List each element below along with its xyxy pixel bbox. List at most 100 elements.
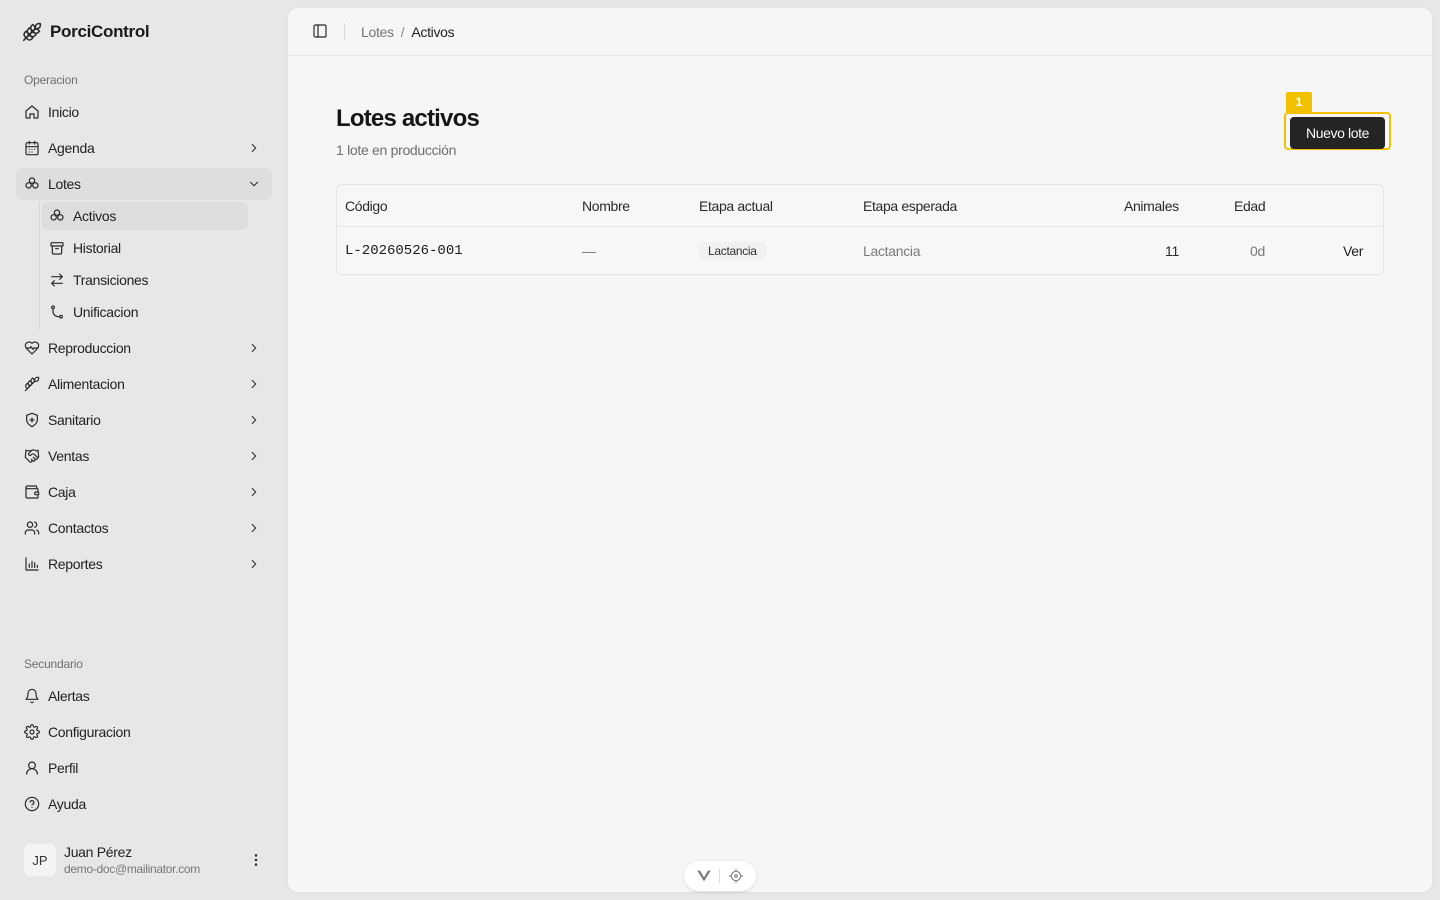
column-header-etapa-esperada[interactable]: Etapa esperada [863, 198, 957, 214]
sidebar-subitem-label: Activos [73, 208, 117, 224]
bar-chart-icon [24, 556, 40, 572]
sidebar-subitem-label: Historial [73, 240, 121, 256]
sidebar: PorciControl Operacion Inicio Agenda Lot… [0, 0, 288, 900]
help-circle-icon [24, 796, 40, 812]
main-panel: Lotes / Activos Lotes activos 1 lote en … [288, 8, 1432, 892]
chevron-right-icon [246, 412, 262, 428]
devtools-floating-bar [684, 861, 756, 891]
sidebar-item-configuracion[interactable]: Configuracion [16, 716, 272, 748]
wheat-icon [24, 376, 40, 392]
sidebar-item-label: Ayuda [48, 796, 86, 812]
section-label-secundario: Secundario [24, 657, 83, 671]
cell-etapa-esperada: Lactancia [863, 243, 921, 259]
sidebar-item-alimentacion[interactable]: Alimentacion [16, 368, 272, 400]
user-email: demo-doc@mailinator.com [64, 861, 201, 876]
handshake-icon [24, 448, 40, 464]
wallet-icon [24, 484, 40, 500]
sidebar-item-label: Contactos [48, 520, 109, 536]
sidebar-item-contactos[interactable]: Contactos [16, 512, 272, 544]
sidebar-subitem-transiciones[interactable]: Transiciones [42, 266, 248, 294]
chevron-right-icon [246, 556, 262, 572]
sidebar-subitem-label: Unificacion [73, 304, 139, 320]
cell-etapa-actual-badge: Lactancia [699, 242, 766, 260]
user-name: Juan Pérez [64, 843, 132, 860]
pigs-icon [49, 208, 65, 224]
avatar: JP [24, 844, 56, 876]
user-info: Juan Pérez demo-doc@mailinator.com [64, 844, 200, 877]
page-title: Lotes activos [336, 105, 480, 132]
lotes-table: Código Nombre Etapa actual Etapa esperad… [336, 184, 1384, 275]
shield-icon [24, 412, 40, 428]
chevron-right-icon [246, 484, 262, 500]
breadcrumb: Lotes / Activos [361, 24, 455, 40]
cell-animales: 11 [1165, 243, 1179, 259]
sidebar-item-label: Agenda [48, 140, 95, 156]
pigs-icon [24, 176, 40, 192]
chevron-right-icon [246, 340, 262, 356]
cell-nombre: — [582, 243, 596, 259]
bell-icon [24, 688, 40, 704]
sidebar-item-ventas[interactable]: Ventas [16, 440, 272, 472]
topbar: Lotes / Activos [288, 8, 1432, 56]
table-header: Código Nombre Etapa actual Etapa esperad… [337, 185, 1383, 227]
chevron-right-icon [246, 376, 262, 392]
breadcrumb-lotes[interactable]: Lotes [361, 24, 394, 40]
sidebar-item-agenda[interactable]: Agenda [16, 132, 272, 164]
sidebar-item-caja[interactable]: Caja [16, 476, 272, 508]
column-header-etapa-actual[interactable]: Etapa actual [699, 198, 773, 214]
chevron-right-icon [246, 448, 262, 464]
sidebar-item-label: Sanitario [48, 412, 101, 428]
column-header-nombre[interactable]: Nombre [582, 198, 630, 214]
sidebar-subitem-unificacion[interactable]: Unificacion [42, 298, 248, 326]
merge-icon [49, 304, 65, 320]
breadcrumb-separator: / [400, 24, 405, 40]
nuevo-lote-button[interactable]: Nuevo lote [1290, 117, 1385, 149]
breadcrumb-current: Activos [411, 24, 455, 40]
swap-icon [49, 272, 65, 288]
user-menu[interactable]: JP Juan Pérez demo-doc@mailinator.com [16, 836, 272, 884]
section-label-operacion: Operacion [24, 73, 78, 87]
sidebar-item-label: Reproduccion [48, 340, 131, 356]
column-header-animales[interactable]: Animales [1124, 198, 1179, 214]
archive-icon [49, 240, 65, 256]
crosshair-icon[interactable] [728, 868, 744, 884]
submenu-guide-line [39, 202, 40, 330]
sidebar-item-label: Lotes [48, 176, 81, 192]
app-name: PorciControl [50, 22, 150, 41]
sidebar-item-label: Caja [48, 484, 76, 500]
cell-edad: 0d [1250, 243, 1265, 259]
sidebar-subitem-activos[interactable]: Activos [42, 202, 248, 230]
sidebar-item-perfil[interactable]: Perfil [16, 752, 272, 784]
column-header-edad[interactable]: Edad [1234, 198, 1266, 214]
calendar-icon [24, 140, 40, 156]
more-vertical-icon[interactable] [248, 852, 264, 868]
sidebar-item-sanitario[interactable]: Sanitario [16, 404, 272, 436]
column-header-codigo[interactable]: Código [345, 198, 388, 214]
sidebar-subitem-historial[interactable]: Historial [42, 234, 248, 262]
sidebar-item-alertas[interactable]: Alertas [16, 680, 272, 712]
sidebar-toggle-icon[interactable] [312, 23, 328, 39]
sidebar-item-reproduccion[interactable]: Reproduccion [16, 332, 272, 364]
wheat-icon [22, 22, 42, 42]
chevron-right-icon [246, 520, 262, 536]
table-row[interactable]: L-20260526-001 — Lactancia Lactancia 11 … [337, 227, 1383, 275]
sidebar-item-label: Reportes [48, 556, 103, 572]
brand[interactable]: PorciControl [22, 20, 150, 44]
ver-link[interactable]: Ver [1343, 243, 1363, 259]
sidebar-item-reportes[interactable]: Reportes [16, 548, 272, 580]
sidebar-item-ayuda[interactable]: Ayuda [16, 788, 272, 820]
highlight-box: Nuevo lote [1284, 112, 1391, 150]
users-icon [24, 520, 40, 536]
heart-pulse-icon [24, 340, 40, 356]
sidebar-item-label: Alertas [48, 688, 90, 704]
sidebar-item-label: Configuracion [48, 724, 131, 740]
sidebar-item-lotes[interactable]: Lotes [16, 168, 272, 200]
sidebar-item-label: Ventas [48, 448, 90, 464]
page-subtitle: 1 lote en producción [336, 142, 457, 158]
gear-icon [24, 724, 40, 740]
sidebar-item-label: Inicio [48, 104, 79, 120]
sidebar-subitem-label: Transiciones [73, 272, 149, 288]
vue-logo-icon[interactable] [696, 868, 712, 884]
sidebar-item-inicio[interactable]: Inicio [16, 96, 272, 128]
home-icon [24, 104, 40, 120]
